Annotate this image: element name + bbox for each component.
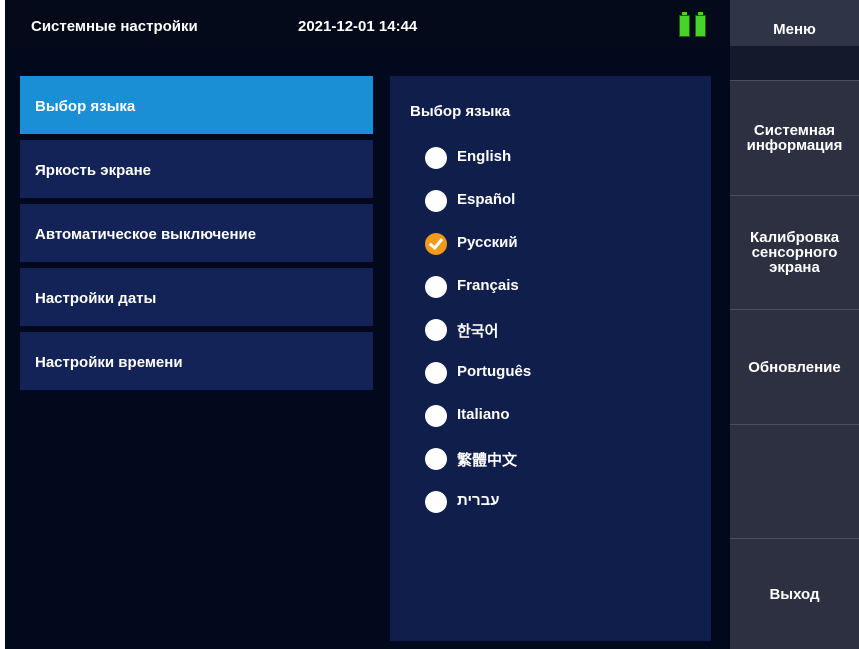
radio-checked-icon[interactable]	[425, 233, 447, 255]
language-label: 한국어	[457, 323, 499, 340]
radio-icon[interactable]	[425, 491, 447, 513]
system-info-button[interactable]: Системная информация	[730, 80, 859, 195]
language-label: English	[457, 148, 512, 165]
device-screen: Системные настройки 2021-12-01 14:44 Выб…	[5, 0, 859, 649]
language-label: Русский	[457, 234, 518, 251]
exit-button[interactable]: Выход	[730, 538, 859, 649]
button-label: Выход	[769, 585, 820, 603]
battery-indicator	[679, 12, 706, 37]
radio-icon[interactable]	[425, 319, 447, 341]
language-label: Português	[457, 363, 532, 380]
language-panel: Выбор языка English Español Русский Fran…	[390, 76, 711, 641]
menu-item-language[interactable]: Выбор языка	[20, 76, 373, 134]
menu-item-label: Выбор языка	[35, 98, 136, 115]
menu-item-brightness[interactable]: Яркость экране	[20, 140, 373, 198]
radio-icon[interactable]	[425, 147, 447, 169]
button-label: Системная информация	[746, 122, 843, 154]
radio-icon[interactable]	[425, 448, 447, 470]
menu-item-label: Яркость экране	[35, 162, 151, 179]
menu-item-label: Автоматическое выключение	[35, 226, 257, 243]
sidebar-divider	[730, 46, 859, 80]
button-label: Обновление	[748, 358, 841, 376]
menu-item-time-settings[interactable]: Настройки времени	[20, 332, 373, 390]
update-button[interactable]: Обновление	[730, 309, 859, 424]
button-label: Калибровка сенсорного экрана	[749, 229, 840, 276]
battery-icon	[679, 12, 690, 37]
language-label: Italiano	[457, 406, 510, 423]
radio-icon[interactable]	[425, 190, 447, 212]
radio-icon[interactable]	[425, 276, 447, 298]
menu-header-label: Меню	[773, 21, 816, 38]
status-bar: Системные настройки 2021-12-01 14:44	[5, 0, 730, 46]
language-label: עברית	[457, 492, 500, 509]
language-label: 繁體中文	[457, 452, 518, 469]
menu-item-date-settings[interactable]: Настройки даты	[20, 268, 373, 326]
menu-item-label: Настройки времени	[35, 354, 183, 371]
menu-item-label: Настройки даты	[35, 290, 157, 307]
radio-icon[interactable]	[425, 362, 447, 384]
menu-item-auto-off[interactable]: Автоматическое выключение	[20, 204, 373, 262]
radio-icon[interactable]	[425, 405, 447, 427]
page-title: Системные настройки	[31, 18, 198, 35]
language-label: Español	[457, 191, 516, 208]
datetime-display: 2021-12-01 14:44	[298, 18, 418, 35]
language-label: Français	[457, 277, 519, 294]
panel-title: Выбор языка	[410, 103, 511, 120]
touch-calibration-button[interactable]: Калибровка сенсорного экрана	[730, 195, 859, 309]
sidebar-menu: Меню Системная информация Калибровка сен…	[730, 0, 859, 649]
menu-button[interactable]: Меню	[730, 0, 859, 46]
battery-icon	[695, 12, 706, 37]
empty-sidebar-button	[730, 424, 859, 538]
